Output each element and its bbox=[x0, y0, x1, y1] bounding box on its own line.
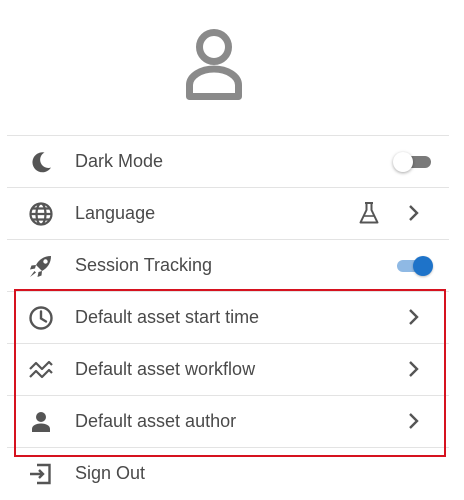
menu-item-default-asset-workflow[interactable]: Default asset workflow bbox=[7, 343, 449, 395]
menu-item-label: Default asset workflow bbox=[75, 359, 256, 379]
menu-item-session-tracking[interactable]: Session Tracking bbox=[7, 239, 449, 291]
menu-item-label: Default asset author bbox=[75, 411, 237, 431]
workflow-icon bbox=[27, 356, 55, 384]
menu-item-label: Session Tracking bbox=[75, 255, 213, 275]
person-icon bbox=[186, 29, 242, 100]
menu-item-label: Sign Out bbox=[75, 463, 146, 483]
rocket-icon bbox=[27, 252, 55, 280]
menu-item-sign-out[interactable]: Sign Out bbox=[7, 447, 449, 499]
dark-mode-toggle[interactable] bbox=[393, 152, 433, 172]
globe-icon bbox=[27, 200, 55, 228]
chevron-right-icon bbox=[407, 359, 421, 379]
clock-icon bbox=[27, 304, 55, 332]
menu-item-default-asset-start-time[interactable]: Default asset start time bbox=[7, 291, 449, 343]
chevron-right-icon bbox=[407, 203, 421, 223]
session-tracking-toggle[interactable] bbox=[393, 256, 433, 276]
menu-item-label: Language bbox=[75, 203, 156, 223]
menu-item-label: Default asset start time bbox=[75, 307, 260, 327]
moon-icon bbox=[27, 148, 55, 176]
flask-icon bbox=[358, 201, 380, 225]
profile-header bbox=[0, 0, 464, 135]
menu-item-label: Dark Mode bbox=[75, 151, 164, 171]
sign-out-icon bbox=[27, 460, 55, 488]
menu-item-dark-mode[interactable]: Dark Mode bbox=[7, 135, 449, 187]
menu-item-language[interactable]: Language bbox=[7, 187, 449, 239]
settings-menu: Dark Mode Language Session Tracking Defa… bbox=[7, 135, 449, 499]
menu-item-default-asset-author[interactable]: Default asset author bbox=[7, 395, 449, 447]
chevron-right-icon bbox=[407, 411, 421, 431]
chevron-right-icon bbox=[407, 307, 421, 327]
person-icon bbox=[27, 408, 55, 436]
